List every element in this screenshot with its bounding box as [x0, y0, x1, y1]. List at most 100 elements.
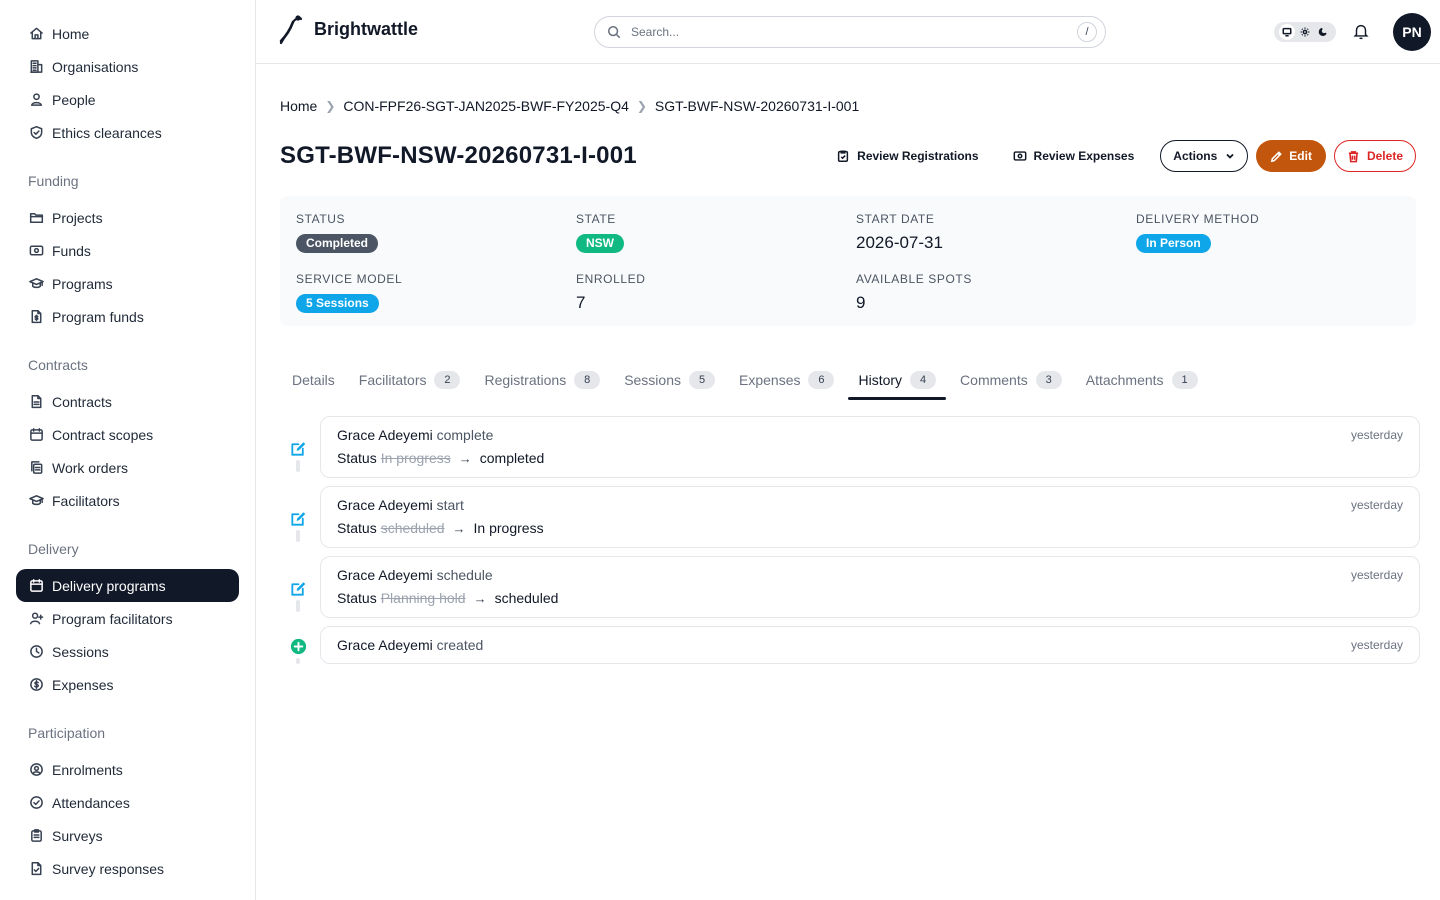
history-actor: Grace Adeyemi — [337, 497, 433, 513]
search-shortcut: / — [1077, 22, 1097, 42]
sidebar-item-funds[interactable]: Funds — [16, 234, 239, 267]
sidebar-item-ethics-clearances[interactable]: Ethics clearances — [16, 116, 239, 149]
sidebar-item-program-facilitators[interactable]: Program facilitators — [16, 602, 239, 635]
sidebar-item-expenses[interactable]: Expenses — [16, 668, 239, 701]
sidebar-item-surveys[interactable]: Surveys — [16, 819, 239, 852]
sidebar-item-label: Sessions — [52, 643, 109, 660]
edit-square-icon — [288, 578, 308, 598]
sidebar-item-label: Surveys — [52, 827, 103, 844]
history-change: Status In progress → completed — [337, 450, 1403, 466]
sidebar: Home Organisations People Ethics clearances… — [0, 0, 256, 900]
sidebar-item-contracts[interactable]: Contracts — [16, 385, 239, 418]
notifications-bell-icon[interactable] — [1352, 22, 1372, 42]
sidebar-item-projects[interactable]: Projects — [16, 201, 239, 234]
review-expenses-button[interactable]: Review Expenses — [1001, 140, 1147, 172]
timeline-connector — [296, 658, 300, 664]
edit-button[interactable]: Edit — [1256, 140, 1326, 172]
sidebar-item-attendances[interactable]: Attendances — [16, 786, 239, 819]
tab-label: Comments — [960, 372, 1028, 388]
sidebar-item-label: Ethics clearances — [52, 124, 162, 141]
search-input[interactable] — [631, 25, 1051, 39]
start-date-field: Start date 2026-07-31 — [856, 212, 943, 253]
chevron-right-icon: ❯ — [325, 99, 336, 113]
clock-icon — [28, 644, 44, 660]
sidebar-item-label: Facilitators — [52, 492, 120, 509]
arrow-right-icon: → — [452, 520, 466, 536]
sidebar-item-label: Funds — [52, 242, 91, 259]
sidebar-item-label: Home — [52, 25, 90, 42]
history-entry: Grace Adeyemi complete yesterday Status In … — [280, 416, 1420, 486]
sidebar-item-facilitators[interactable]: Facilitators — [16, 484, 239, 517]
plus-circle-icon — [288, 636, 308, 656]
history-card: Grace Adeyemi complete yesterday Status In … — [320, 416, 1420, 478]
theme-toggle[interactable] — [1274, 22, 1336, 42]
history-actor: Grace Adeyemi — [337, 637, 433, 653]
tab-sessions[interactable]: Sessions 5 — [612, 362, 727, 398]
delivery-method-label: Delivery method — [1136, 212, 1260, 226]
tab-label: History — [858, 372, 903, 388]
breadcrumb: Home ❯ CON-FPF26-SGT-JAN2025-BWF-FY2025-… — [280, 98, 859, 114]
tab-expenses[interactable]: Expenses 6 — [727, 362, 846, 398]
review-registrations-button[interactable]: Review Registrations — [824, 140, 990, 172]
tab-comments[interactable]: Comments 3 — [948, 362, 1074, 398]
sidebar-item-people[interactable]: People — [16, 83, 239, 116]
clipboard-icon — [838, 150, 849, 162]
sidebar-item-program-funds[interactable]: Program funds — [16, 300, 239, 333]
folder-icon — [28, 210, 44, 226]
history-card: Grace Adeyemi schedule yesterday Status Pla… — [320, 556, 1420, 618]
sidebar-item-enrolments[interactable]: Enrolments — [16, 753, 239, 786]
status-label: Status — [296, 212, 346, 226]
service-model-badge: 5 Sessions — [296, 294, 379, 313]
history-change: Status Planning hold → scheduled — [337, 590, 1403, 606]
delivery-method-badge: In Person — [1136, 234, 1211, 253]
sidebar-item-contract-scopes[interactable]: Contract scopes — [16, 418, 239, 451]
actions-dropdown-button[interactable]: Actions — [1160, 140, 1249, 172]
breadcrumb-contract[interactable]: CON-FPF26-SGT-JAN2025-BWF-FY2025-Q4 — [343, 98, 629, 114]
record-tabs: Details Facilitators 2 Registrations 8 Sessio… — [280, 362, 1210, 400]
sidebar-item-work-orders[interactable]: Work orders — [16, 451, 239, 484]
sidebar-item-label: Expenses — [52, 676, 114, 693]
timeline-connector — [296, 600, 300, 612]
delete-label: Delete — [1366, 149, 1403, 163]
history-timestamp: yesterday — [1350, 638, 1403, 652]
brand[interactable]: Brightwattle — [278, 14, 418, 44]
sidebar-item-organisations[interactable]: Organisations — [16, 50, 239, 83]
tab-registrations[interactable]: Registrations 8 — [472, 362, 612, 398]
sidebar-item-label: People — [52, 91, 96, 108]
breadcrumb-home[interactable]: Home — [280, 98, 317, 114]
dollar-circle-icon — [28, 677, 44, 693]
tab-history[interactable]: History 4 — [846, 362, 948, 400]
tab-count-badge: 1 — [1171, 371, 1198, 389]
sidebar-item-sessions[interactable]: Sessions — [16, 635, 239, 668]
start-date-label: Start date — [856, 212, 935, 226]
user-avatar[interactable]: PN — [1393, 13, 1431, 51]
available-spots-field: Available spots 9 — [856, 272, 972, 313]
search-box[interactable]: / — [594, 16, 1106, 48]
sidebar-item-label: Program facilitators — [52, 610, 173, 627]
summary-panel: Status Completed State NSW Start date 20… — [280, 196, 1416, 326]
tab-attachments[interactable]: Attachments 1 — [1074, 362, 1210, 398]
history-timeline: Grace Adeyemi complete yesterday Status In … — [280, 416, 1420, 676]
tab-count-badge: 4 — [910, 371, 937, 389]
file-check-icon — [28, 861, 44, 877]
delete-button[interactable]: Delete — [1333, 140, 1416, 172]
sidebar-item-programs[interactable]: Programs — [16, 267, 239, 300]
history-field: Status — [337, 590, 377, 606]
review-registrations-label: Review Registrations — [857, 149, 979, 163]
sidebar-item-delivery-programs[interactable]: Delivery programs — [16, 569, 239, 602]
sun-icon[interactable] — [1297, 24, 1313, 40]
sidebar-item-survey-responses[interactable]: Survey responses — [16, 852, 239, 885]
history-headline: Grace Adeyemi start — [337, 497, 1403, 513]
moon-icon[interactable] — [1315, 24, 1331, 40]
monitor-icon[interactable] — [1279, 24, 1295, 40]
tab-facilitators[interactable]: Facilitators 2 — [347, 362, 473, 398]
sidebar-section-participation: Participation — [28, 725, 106, 741]
edit-square-icon — [288, 438, 308, 458]
sidebar-item-label: Programs — [52, 275, 113, 292]
tab-details[interactable]: Details — [280, 362, 347, 398]
sidebar-item-home[interactable]: Home — [16, 17, 239, 50]
breadcrumb-current: SGT-BWF-NSW-20260731-I-001 — [654, 98, 860, 114]
sidebar-item-label: Organisations — [52, 58, 139, 75]
sidebar-item-label: Delivery programs — [52, 577, 166, 594]
